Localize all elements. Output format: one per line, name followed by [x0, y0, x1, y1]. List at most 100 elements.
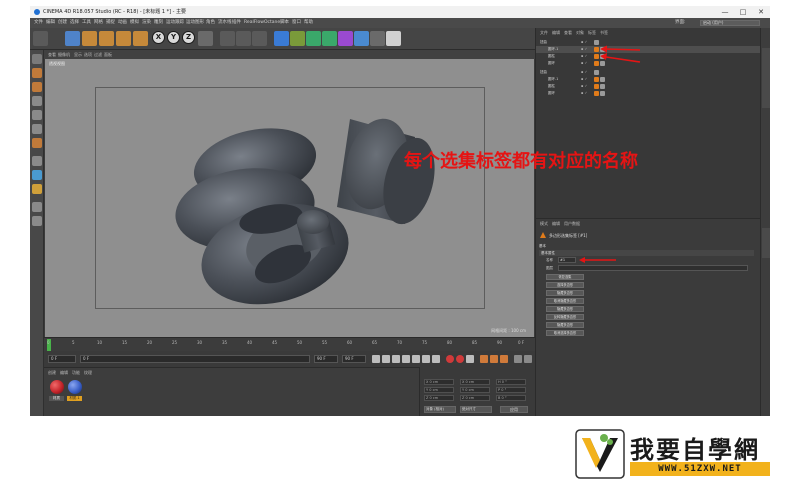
size-z-field[interactable]: Z 0 cm — [460, 395, 490, 401]
layout-select[interactable]: 启动 (用户) — [700, 20, 760, 26]
menu-create[interactable]: 创建 — [58, 18, 67, 28]
scale-icon[interactable] — [99, 31, 114, 46]
name-field[interactable]: #1 — [558, 257, 576, 263]
side-tab-attributes[interactable] — [762, 228, 770, 258]
twisted-torus-object[interactable] — [170, 118, 360, 320]
apply-button[interactable]: 应用 — [500, 406, 528, 413]
timeline-ruler[interactable]: 0 5 10 15 20 25 30 35 40 45 50 55 60 65 … — [44, 337, 535, 351]
polygons-mode-icon[interactable] — [32, 138, 42, 148]
play-icon[interactable] — [402, 355, 410, 363]
y-axis-button[interactable]: Y — [167, 31, 180, 44]
menu-pipeline[interactable]: 流水线 — [218, 18, 232, 28]
object-menu-file[interactable]: 文件 — [540, 30, 548, 36]
x-axis-button[interactable]: X — [152, 31, 165, 44]
close-button[interactable]: ✕ — [752, 6, 770, 18]
undo-icon[interactable] — [33, 31, 48, 46]
menu-render[interactable]: 渲染 — [142, 18, 151, 28]
select-polygons-button[interactable]: 选择多边形 — [546, 282, 584, 288]
snap-icon[interactable] — [32, 184, 42, 194]
deformer-icon[interactable] — [338, 31, 353, 46]
next-frame-icon[interactable] — [412, 355, 420, 363]
move-icon[interactable] — [82, 31, 97, 46]
rotation-b-field[interactable]: B 0 ° — [496, 395, 526, 401]
viewport-menu-filter[interactable]: 过滤 — [94, 50, 102, 59]
menu-character[interactable]: 角色 — [206, 18, 215, 28]
position-z-field[interactable]: Z 0 cm — [424, 395, 454, 401]
tweak-mode-icon[interactable] — [32, 170, 42, 180]
coordinate-system-icon[interactable] — [198, 31, 213, 46]
maximize-button[interactable]: □ — [734, 6, 752, 18]
position-x-field[interactable]: X 0 cm — [424, 379, 454, 385]
rotation-key-icon[interactable] — [500, 355, 508, 363]
position-y-field[interactable]: Y 0 cm — [424, 387, 454, 393]
attr-menu-edit[interactable]: 编辑 — [552, 221, 560, 227]
camera-icon[interactable] — [370, 31, 385, 46]
attr-menu-mode[interactable]: 模式 — [540, 221, 548, 227]
material-menu-create[interactable]: 创建 — [48, 370, 56, 376]
blue-material-swatch[interactable] — [68, 380, 82, 394]
size-y-field[interactable]: Y 0 cm — [460, 387, 490, 393]
previous-key-icon[interactable] — [382, 355, 390, 363]
layer-field[interactable] — [558, 265, 748, 271]
menu-window[interactable]: 窗口 — [292, 18, 301, 28]
minimize-button[interactable]: — — [716, 6, 734, 18]
menu-script[interactable]: 脚本 — [280, 18, 289, 28]
restore-selection-button[interactable]: 恢复选集 — [546, 274, 584, 280]
menu-mesh[interactable]: 网格 — [94, 18, 103, 28]
object-menu-edit[interactable]: 编辑 — [552, 30, 560, 36]
position-key-icon[interactable] — [480, 355, 488, 363]
subdivision-icon[interactable] — [306, 31, 321, 46]
menu-octane[interactable]: Octane — [264, 18, 280, 28]
hide-polygons-button[interactable]: 隐藏多边形 — [546, 290, 584, 296]
attr-menu-user-data[interactable]: 用户数据 — [564, 221, 580, 227]
menu-simulate[interactable]: 模拟 — [130, 18, 139, 28]
pen-icon[interactable] — [290, 31, 305, 46]
material-menu-function[interactable]: 功能 — [72, 370, 80, 376]
menu-plugins[interactable]: 插件 — [232, 18, 241, 28]
side-tab-objects[interactable] — [762, 48, 770, 108]
menu-realflow[interactable]: RealFlow — [244, 18, 264, 28]
tab-basic[interactable]: 基本 — [539, 243, 569, 249]
object-menu-tags[interactable]: 标签 — [588, 30, 596, 36]
menu-animate[interactable]: 动画 — [118, 18, 127, 28]
record-icon[interactable] — [446, 355, 454, 363]
menu-mograph[interactable]: 运动图形 — [186, 18, 204, 28]
menu-select[interactable]: 选择 — [70, 18, 79, 28]
menu-snap[interactable]: 捕捉 — [106, 18, 115, 28]
max-frame-field[interactable]: 90 F — [342, 355, 366, 363]
render-picture-viewer-icon[interactable] — [236, 31, 251, 46]
lock-workplane-icon[interactable] — [32, 202, 42, 212]
render-settings-icon[interactable] — [252, 31, 267, 46]
viewport-menu-view[interactable]: 查看 — [48, 50, 56, 59]
menu-help[interactable]: 帮助 — [304, 18, 313, 28]
next-key-icon[interactable] — [422, 355, 430, 363]
axis-mode-icon[interactable] — [32, 156, 42, 166]
previous-frame-icon[interactable] — [392, 355, 400, 363]
scale-key-icon[interactable] — [490, 355, 498, 363]
last-tool-icon[interactable] — [133, 31, 148, 46]
menu-sculpt[interactable]: 雕刻 — [154, 18, 163, 28]
menu-tools[interactable]: 工具 — [82, 18, 91, 28]
menu-file[interactable]: 文件 — [34, 18, 43, 28]
model-mode-icon[interactable] — [32, 68, 42, 78]
viewport-menu-options[interactable]: 选项 — [84, 50, 92, 59]
viewport-menu-display[interactable]: 显示 — [74, 50, 82, 59]
deselect-polygons-button[interactable]: 取消选择多边形 — [546, 330, 584, 336]
current-frame-field[interactable]: 0 F — [48, 355, 76, 363]
autokey-icon[interactable] — [456, 355, 464, 363]
viewport-menu-panel[interactable]: 面板 — [104, 50, 112, 59]
coordinate-mode-select[interactable]: 对象 (相对) — [424, 406, 456, 413]
planar-workplane-icon[interactable] — [32, 216, 42, 226]
z-axis-button[interactable]: Z — [182, 31, 195, 44]
timeline-icon[interactable] — [514, 355, 522, 363]
keyframe-selection-icon[interactable] — [466, 355, 474, 363]
array-icon[interactable] — [322, 31, 337, 46]
start-frame-field[interactable]: 0 F — [80, 355, 310, 363]
invert-hidden-button[interactable]: 反转隐藏多边形 — [546, 314, 584, 320]
size-x-field[interactable]: X 0 cm — [460, 379, 490, 385]
render-view-icon[interactable] — [220, 31, 235, 46]
material-menu-texture[interactable]: 纹理 — [84, 370, 92, 376]
hide-polygons-button[interactable]: 隐藏多边形 — [546, 322, 584, 328]
size-mode-select[interactable]: 绝对尺寸 — [460, 406, 492, 413]
material-menu-edit[interactable]: 编辑 — [60, 370, 68, 376]
